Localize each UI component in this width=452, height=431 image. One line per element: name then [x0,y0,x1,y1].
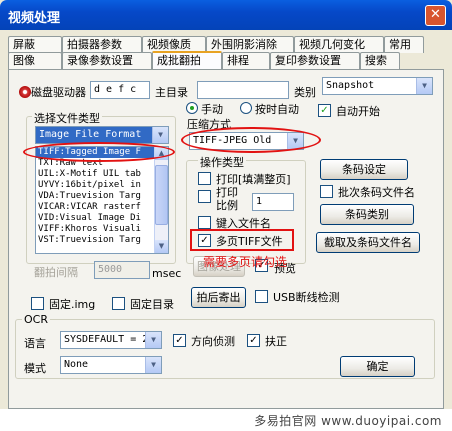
manual-label: 手动 [201,103,223,116]
list-item[interactable]: VID:Visual Image Di [36,213,168,224]
tab-copy-params[interactable]: 复印参数设置 [270,52,360,69]
chevron-down-icon[interactable]: ▼ [145,332,161,348]
highlight-oval-tiff [23,142,175,162]
window-title: 视频处理 [8,11,61,26]
category-select[interactable]: Snapshot ▼ [322,77,433,95]
deskew-label: 扶正 [265,335,287,348]
language-select[interactable]: SYSDEFAULT = 2( ▼ [60,331,162,349]
timed-label: 按时自动 [255,103,299,116]
video-processing-window: 视频处理 ✕ 屏蔽 拍摄器参数 视频像质 外围阴影消除 视频几何变化 常用 图像… [0,0,452,431]
language-label: 语言 [24,337,46,350]
flip-interval-input[interactable]: 5000 [94,261,150,279]
list-item[interactable]: VST:Truevision Targ [36,235,168,246]
annotation-text: 需要多页请勾选 [203,255,288,269]
fixed-img-label: 固定.img [49,298,96,311]
category-value: Snapshot [326,80,375,91]
auto-start-checkbox[interactable]: ✓ [318,104,331,117]
footer-strip: 多易拍官网 www.duoyipai.com [0,409,452,431]
category-label: 类别 [294,86,316,99]
direction-label: 方向侦测 [191,335,235,348]
chevron-down-icon[interactable]: ▼ [416,78,432,94]
list-item[interactable]: VIFF:Khoros Visuali [36,224,168,235]
file-type-list[interactable]: TIFF:Tagged Image F TXT:Raw text UIL:X-M… [35,146,169,254]
language-value: SYSDEFAULT = 2( [64,334,155,345]
capture-barcode-button[interactable]: 截取及条码文件名 [316,232,420,253]
tab-geometry[interactable]: 视频几何变化 [294,36,384,53]
main-dir-label: 主目录 [155,86,188,99]
operation-group-label: 操作类型 [198,154,246,170]
batch-barcode-checkbox[interactable] [320,185,333,198]
batch-barcode-label: 批次条码文件名 [338,186,415,199]
ocr-group-label: OCR [22,313,50,326]
scroll-down-icon[interactable]: ▼ [155,240,168,253]
tab-image[interactable]: 图像 [8,52,62,69]
tab-row-bottom: 图像 录像参数设置 成批翻拍 排程 复印参数设置 搜索 [8,51,400,70]
scale-label: 比例 [216,199,238,212]
barcode-settings-button[interactable]: 条码设定 [320,159,408,180]
timed-radio[interactable] [240,102,252,114]
close-button[interactable]: ✕ [425,5,446,26]
list-scrollbar[interactable]: ▲ ▼ [154,147,168,253]
scroll-thumb[interactable] [155,165,168,225]
key-filename-checkbox[interactable] [198,216,211,229]
usb-detect-label: USB断线检测 [273,291,340,304]
file-type-group-label: 选择文件类型 [32,110,102,126]
disk-input[interactable]: d e f c [90,81,150,99]
main-dir-input[interactable] [197,81,289,99]
print-fill-checkbox[interactable] [198,172,211,185]
deskew-checkbox[interactable]: ✓ [247,334,260,347]
capture-send-button[interactable]: 拍后寄出 [191,287,246,308]
fixed-dir-label: 固定目录 [130,298,174,311]
barcode-category-button[interactable]: 条码类别 [320,204,414,225]
file-format-value: Image File Format [39,129,142,140]
tab-camera-params[interactable]: 拍摄器参数 [62,36,142,53]
tab-schedule[interactable]: 排程 [222,52,270,69]
mode-label: 模式 [24,362,46,375]
direction-checkbox[interactable]: ✓ [173,334,186,347]
chevron-down-icon[interactable]: ▼ [152,127,168,143]
highlight-oval-compression [181,127,321,153]
list-item[interactable]: UIL:X-Motif UIL tab [36,169,168,180]
disk-icon [19,86,31,98]
title-bar[interactable]: 视频处理 ✕ [0,0,452,30]
list-item[interactable]: UYVY:16bit/pixel in [36,180,168,191]
manual-radio[interactable] [186,102,198,114]
chevron-down-icon[interactable]: ▼ [145,357,161,373]
print-scale-checkbox[interactable] [198,190,211,203]
highlight-box-multipage [190,229,294,251]
disk-label: 磁盘驱动器 [31,86,86,99]
watermark-text: 多易拍官网 www.duoyipai.com [254,414,442,428]
tab-batch-capture[interactable]: 成批翻拍 [152,51,222,70]
flip-interval-label: 翻拍间隔 [34,266,78,279]
mode-select[interactable]: None ▼ [60,356,162,374]
fixed-img-checkbox[interactable] [31,297,44,310]
list-item[interactable]: VICAR:VICAR rasterf [36,202,168,213]
tab-mask[interactable]: 屏蔽 [8,36,62,53]
list-item[interactable]: VDA:Truevision Targ [36,191,168,202]
ok-button[interactable]: 确定 [340,356,415,377]
usb-detect-checkbox[interactable] [255,290,268,303]
tab-common[interactable]: 常用 [384,36,424,53]
tab-search[interactable]: 搜索 [360,52,400,69]
fixed-dir-checkbox[interactable] [112,297,125,310]
scale-input[interactable]: 1 [252,193,294,211]
flip-interval-unit: msec [152,267,182,280]
mode-value: None [64,359,89,370]
auto-start-label: 自动开始 [336,105,380,118]
tab-recording-params[interactable]: 录像参数设置 [62,52,152,69]
